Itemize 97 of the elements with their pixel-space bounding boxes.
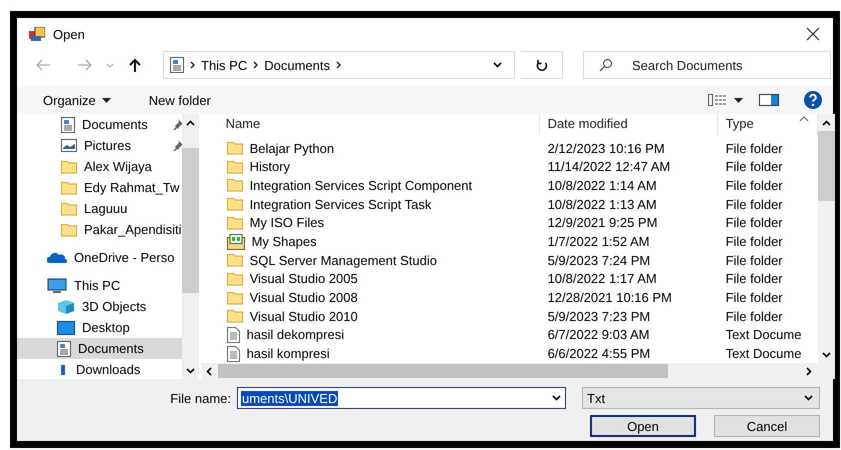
type-cell-text: File folder xyxy=(724,308,784,324)
dialog-button[interactable]: Open xyxy=(590,415,696,437)
dropdown-icon[interactable] xyxy=(493,62,502,68)
sidebar-item[interactable]: 3D Objects xyxy=(17,296,182,317)
file-name-label: File name: xyxy=(170,390,231,406)
type-cell-text: File folder xyxy=(724,196,784,212)
folder-icon xyxy=(226,290,243,305)
scroll-up-icon[interactable] xyxy=(822,120,831,126)
desktop-icon xyxy=(57,320,75,334)
organize-menu-button[interactable]: Organize xyxy=(39,92,115,108)
refresh-button[interactable] xyxy=(521,51,563,79)
date-cell-text: 5/9/2023 7:23 PM xyxy=(546,308,652,324)
text-file-icon xyxy=(226,326,240,343)
type-cell-text: File folder xyxy=(724,140,784,156)
sidebar-item[interactable]: Laguuu xyxy=(17,198,182,219)
new-folder-button[interactable]: New folder xyxy=(144,92,215,108)
sidebar-item[interactable]: Desktop xyxy=(17,317,182,338)
dropdown-icon[interactable] xyxy=(552,395,561,401)
date-cell-text: 6/7/2022 9:03 AM xyxy=(546,327,650,342)
folder-icon xyxy=(61,180,77,194)
chevron-icon xyxy=(253,61,258,69)
search-icon xyxy=(599,58,613,72)
type-cell-text: File folder xyxy=(724,252,784,268)
date-cell-text: 5/9/2023 7:24 PM xyxy=(546,252,652,268)
folder-icon xyxy=(226,178,243,192)
picture-icon xyxy=(61,139,77,152)
sidebar-item[interactable]: Documents xyxy=(17,114,182,135)
sidebar-item[interactable]: OneDrive - Perso xyxy=(17,247,182,268)
column-header[interactable]: Date modified xyxy=(540,114,718,134)
sidebar-item[interactable]: Documents xyxy=(17,338,182,359)
search-field[interactable]: Search Documents xyxy=(583,51,831,79)
up-arrow-icon xyxy=(129,58,141,72)
scroll-up-icon[interactable] xyxy=(186,120,195,126)
folder-icon xyxy=(226,216,243,230)
shapes-folder-icon xyxy=(226,234,245,250)
folder-icon xyxy=(226,272,243,286)
type-cell-text: File folder xyxy=(724,271,784,286)
file-name[interactable]: hasil kompresi xyxy=(246,346,547,362)
file-name[interactable]: hasil dekompresi xyxy=(246,327,547,342)
type-cell-text: Text Docume xyxy=(724,327,802,342)
scroll-right-icon[interactable] xyxy=(806,366,812,376)
scroll-down-icon[interactable] xyxy=(822,352,831,358)
document-icon xyxy=(61,116,75,132)
app-icon xyxy=(29,27,45,41)
chevron-icon xyxy=(190,61,195,69)
breadcrumb[interactable]: This PC xyxy=(201,58,248,72)
folder-icon xyxy=(226,141,243,156)
refresh-icon xyxy=(536,58,548,72)
list-scrollbar[interactable] xyxy=(818,114,835,363)
cloud-icon xyxy=(47,252,67,264)
sidebar-scrollbar[interactable] xyxy=(182,114,199,379)
sort-caret-icon xyxy=(798,116,809,122)
sidebar-item[interactable]: Edy Rahmat_Tw xyxy=(17,177,182,198)
dialog-button[interactable]: Cancel xyxy=(714,415,820,437)
folder-icon xyxy=(226,197,243,212)
text-file-icon xyxy=(226,346,240,362)
type-cell-text: File folder xyxy=(724,159,784,174)
horizontal-scrollbar[interactable] xyxy=(200,363,835,379)
scroll-down-icon[interactable] xyxy=(186,368,195,374)
sidebar-item[interactable]: Alex Wijaya xyxy=(17,156,182,177)
dropdown-icon[interactable] xyxy=(804,395,813,401)
column-header[interactable]: Name xyxy=(200,114,540,134)
date-cell-text: 1/7/2022 1:52 AM xyxy=(546,234,650,250)
type-cell-text: File folder xyxy=(724,178,784,193)
file-name-field[interactable]: uments\UNIVED xyxy=(237,387,566,409)
folder-icon xyxy=(226,253,243,268)
sidebar-item[interactable]: Pakar_Apendisiti xyxy=(17,219,182,240)
chevron-icon xyxy=(336,61,341,69)
close-icon xyxy=(806,27,820,41)
monitor-icon xyxy=(47,278,67,294)
breadcrumb[interactable]: Documents xyxy=(264,58,330,72)
cube-icon xyxy=(57,298,75,314)
type-cell-text: Text Docume xyxy=(724,346,802,362)
address-bar[interactable]: This PC Documents xyxy=(163,51,515,79)
document-icon xyxy=(170,57,184,73)
date-cell-text: 2/12/2023 10:16 PM xyxy=(546,140,666,156)
sidebar-item[interactable]: This PC xyxy=(17,275,182,296)
help-icon[interactable] xyxy=(801,88,825,112)
folder-icon xyxy=(226,160,243,174)
type-cell-text: File folder xyxy=(724,234,784,250)
date-cell-text: 6/6/2022 4:55 PM xyxy=(546,346,652,362)
folder-icon xyxy=(61,160,77,174)
forward-arrow-icon xyxy=(77,59,93,71)
back-arrow-icon xyxy=(35,59,51,71)
window-title: Open xyxy=(53,26,86,42)
type-cell-text: File folder xyxy=(724,290,784,306)
caret-icon xyxy=(102,98,111,102)
sidebar-item[interactable]: Pictures xyxy=(17,135,182,156)
sidebar-item[interactable]: Downloads xyxy=(17,359,182,379)
folder-icon xyxy=(226,309,243,324)
caret-icon xyxy=(106,62,114,68)
type-cell-text: File folder xyxy=(724,215,784,230)
folder-icon xyxy=(61,202,77,216)
file-type-select[interactable]: Txt xyxy=(582,387,820,409)
scroll-left-icon[interactable] xyxy=(206,366,212,376)
folder-icon xyxy=(61,222,77,236)
document-icon xyxy=(57,340,71,356)
